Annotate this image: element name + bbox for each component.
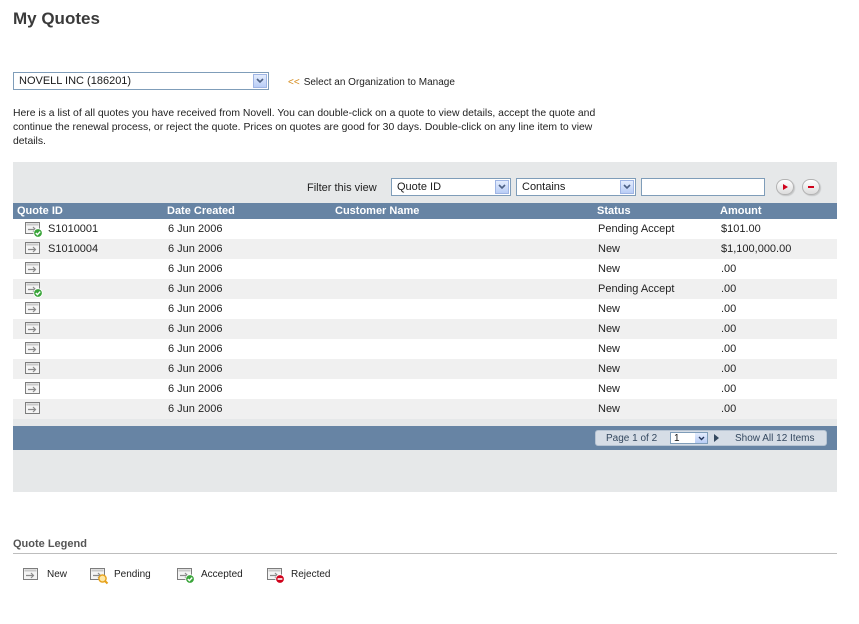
amount-cell: $1,100,000.00	[721, 243, 792, 255]
filter-text-input[interactable]	[641, 178, 765, 196]
amount-cell: .00	[721, 303, 737, 315]
next-page-icon[interactable]	[713, 434, 719, 445]
grid-rows: S1010001 6 Jun 2006 Pending Accept $101.00 S…	[13, 219, 837, 419]
date-created-cell: 6 Jun 2006	[168, 363, 223, 375]
amount-cell: .00	[721, 343, 737, 355]
filter-operator-select[interactable]: Contains	[516, 178, 636, 196]
table-row[interactable]: 6 Jun 2006 New .00	[13, 359, 837, 379]
date-created-cell: 6 Jun 2006	[168, 343, 223, 355]
legend-label: Accepted	[201, 569, 243, 580]
date-created-cell: 6 Jun 2006	[168, 243, 223, 255]
status-cell: New	[598, 303, 621, 315]
table-row[interactable]: 6 Jun 2006 New .00	[13, 339, 837, 359]
status-cell: Pending Accept	[598, 283, 675, 295]
filter-field-select[interactable]: Quote ID	[391, 178, 511, 196]
organization-hint-text: Select an Organization to Manage	[303, 77, 455, 88]
page-title: My Quotes	[13, 9, 100, 28]
amount-cell: .00	[721, 403, 737, 415]
show-all-link[interactable]: Show All 12 Items	[735, 433, 814, 444]
organization-hint: << Select an Organization to Manage	[288, 77, 455, 88]
page-indicator: Page 1 of 2	[606, 433, 658, 444]
minus-icon	[808, 186, 814, 188]
amount-cell: .00	[721, 323, 737, 335]
page-select-value: 1	[674, 433, 680, 444]
amount-cell: .00	[721, 263, 737, 275]
column-header-date-created[interactable]: Date Created	[167, 205, 235, 217]
chevron-down-icon[interactable]	[620, 180, 634, 194]
date-created-cell: 6 Jun 2006	[168, 263, 223, 275]
status-cell: New	[598, 263, 621, 275]
double-arrow-left-icon: <<	[288, 77, 300, 88]
chevron-down-icon[interactable]	[495, 180, 509, 194]
table-row[interactable]: 6 Jun 2006 New .00	[13, 299, 837, 319]
status-cell: New	[598, 243, 621, 255]
page-select[interactable]: 1	[670, 432, 708, 444]
organization-select[interactable]: NOVELL INC (186201)	[13, 72, 269, 90]
column-header-quote-id[interactable]: Quote ID	[17, 205, 63, 217]
quotes-grid-panel: Filter this view Quote ID Contains Quote…	[13, 162, 837, 492]
quote-new-icon[interactable]	[24, 401, 44, 422]
filter-label: Filter this view	[307, 182, 377, 194]
quote-id-cell: S1010004	[48, 243, 99, 255]
quote-new-icon	[22, 567, 42, 588]
status-cell: New	[598, 403, 621, 415]
chevron-down-icon[interactable]	[695, 433, 707, 443]
status-cell: Pending Accept	[598, 223, 675, 235]
filter-field-value: Quote ID	[397, 181, 442, 193]
pager: Page 1 of 2 1 Show All 12 Items	[595, 430, 827, 446]
amount-cell: .00	[721, 363, 737, 375]
date-created-cell: 6 Jun 2006	[168, 403, 223, 415]
date-created-cell: 6 Jun 2006	[168, 323, 223, 335]
table-row[interactable]: 6 Jun 2006 New .00	[13, 259, 837, 279]
quote-accepted-icon	[176, 567, 196, 588]
legend-title: Quote Legend	[13, 538, 87, 550]
status-cell: New	[598, 363, 621, 375]
organization-select-value: NOVELL INC (186201)	[19, 75, 132, 87]
status-cell: New	[598, 343, 621, 355]
play-icon	[783, 184, 788, 190]
column-header-customer-name[interactable]: Customer Name	[335, 205, 419, 217]
table-row[interactable]: 6 Jun 2006 New .00	[13, 399, 837, 419]
date-created-cell: 6 Jun 2006	[168, 303, 223, 315]
table-row[interactable]: 6 Jun 2006 Pending Accept .00	[13, 279, 837, 299]
column-header-amount[interactable]: Amount	[720, 205, 762, 217]
quote-rejected-icon	[266, 567, 286, 588]
amount-cell: .00	[721, 383, 737, 395]
apply-filter-button[interactable]	[776, 179, 794, 195]
clear-filter-button[interactable]	[802, 179, 820, 195]
status-cell: New	[598, 383, 621, 395]
chevron-down-icon[interactable]	[253, 74, 267, 88]
table-row[interactable]: 6 Jun 2006 New .00	[13, 319, 837, 339]
column-header-status[interactable]: Status	[597, 205, 631, 217]
amount-cell: .00	[721, 283, 737, 295]
table-row[interactable]: S1010004 6 Jun 2006 New $1,100,000.00	[13, 239, 837, 259]
legend-label: Rejected	[291, 569, 331, 580]
legend-label: Pending	[114, 569, 151, 580]
status-cell: New	[598, 323, 621, 335]
table-row[interactable]: 6 Jun 2006 New .00	[13, 379, 837, 399]
table-row[interactable]: S1010001 6 Jun 2006 Pending Accept $101.00	[13, 219, 837, 239]
intro-text: Here is a list of all quotes you have re…	[13, 108, 596, 147]
date-created-cell: 6 Jun 2006	[168, 383, 223, 395]
quote-pending-icon	[89, 567, 109, 588]
grid-footer: Page 1 of 2 1 Show All 12 Items	[13, 426, 837, 450]
amount-cell: $101.00	[721, 223, 761, 235]
date-created-cell: 6 Jun 2006	[168, 283, 223, 295]
legend-label: New	[47, 569, 68, 580]
quote-id-cell: S1010001	[48, 223, 99, 235]
date-created-cell: 6 Jun 2006	[168, 223, 223, 235]
filter-operator-value: Contains	[522, 181, 566, 193]
legend-divider	[13, 553, 837, 554]
grid-header: Quote ID Date Created Customer Name Stat…	[13, 203, 837, 219]
